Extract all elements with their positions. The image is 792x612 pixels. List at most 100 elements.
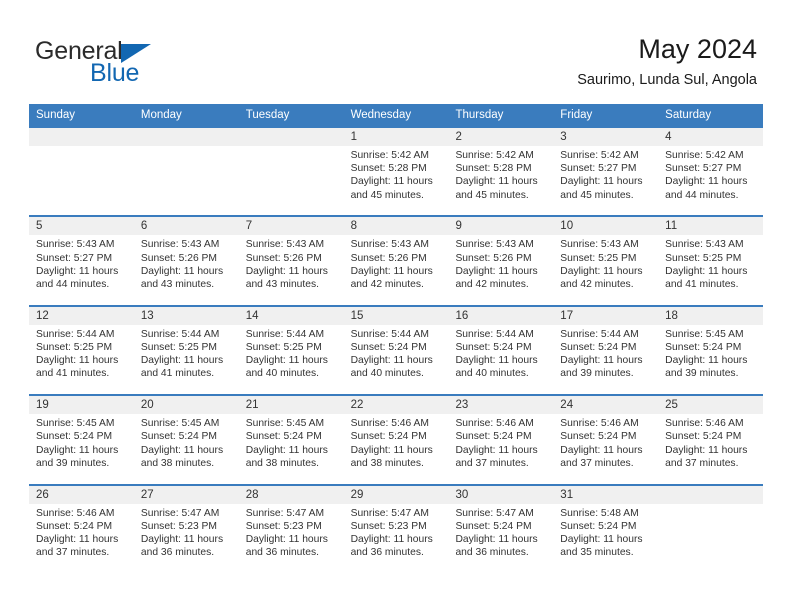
sunset-text: Sunset: 5:24 PM bbox=[350, 431, 427, 443]
week-row: 1 Sunrise: 5:42 AM Sunset: 5:28 PM Daylight… bbox=[29, 126, 764, 216]
day-cell[interactable]: 9 Sunrise: 5:43 AM Sunset: 5:26 PM Daylight… bbox=[448, 217, 554, 305]
day-number: 12 bbox=[29, 306, 134, 325]
sunrise-text: Sunrise: 5:46 AM bbox=[665, 418, 744, 430]
daylight-text-line1: Daylight: 11 hours bbox=[36, 533, 119, 545]
daylight-text-line1: Daylight: 11 hours bbox=[140, 265, 224, 277]
day-cell[interactable]: 3 Sunrise: 5:42 AM Sunset: 5:27 PM Daylight… bbox=[553, 128, 659, 216]
sunset-text: Sunset: 5:28 PM bbox=[455, 163, 532, 175]
day-cell[interactable]: 19 Sunrise: 5:45 AM Sunset: 5:24 PM Dayligh… bbox=[29, 396, 134, 484]
day-number: 2 bbox=[448, 128, 554, 146]
day-cell[interactable]: 16 Sunrise: 5:44 AM Sunset: 5:24 PM Dayligh… bbox=[448, 306, 554, 395]
day-number: 25 bbox=[658, 396, 764, 415]
day-details: Sunrise: 5:47 AM Sunset: 5:24 PM Daylight:… bbox=[448, 504, 553, 560]
day-cell[interactable]: 30 Sunrise: 5:47 AM Sunset: 5:24 PM Dayligh… bbox=[448, 485, 554, 573]
day-cell[interactable]: 27 Sunrise: 5:47 AM Sunset: 5:23 PM Dayligh… bbox=[133, 485, 239, 573]
sunrise-text: Sunrise: 5:43 AM bbox=[665, 239, 744, 251]
day-cell[interactable]: 11 Sunrise: 5:43 AM Sunset: 5:25 PM Dayligh… bbox=[658, 217, 764, 305]
daylight-text-line1: Daylight: 11 hours bbox=[560, 444, 643, 456]
day-cell[interactable]: 8 Sunrise: 5:43 AM Sunset: 5:26 PM Daylight… bbox=[343, 217, 449, 305]
sunrise-text: Sunrise: 5:46 AM bbox=[36, 507, 115, 519]
day-cell[interactable]: 1 Sunrise: 5:42 AM Sunset: 5:28 PM Daylight… bbox=[343, 128, 449, 216]
day-cell[interactable]: 26 Sunrise: 5:46 AM Sunset: 5:24 PM Dayligh… bbox=[29, 485, 134, 573]
day-details: Sunrise: 5:45 AM Sunset: 5:24 PM Daylight:… bbox=[658, 325, 763, 381]
day-cell[interactable]: 29 Sunrise: 5:47 AM Sunset: 5:23 PM Dayligh… bbox=[343, 485, 449, 573]
daylight-text-line1: Daylight: 11 hours bbox=[36, 444, 119, 456]
day-number: 23 bbox=[448, 396, 554, 415]
day-cell[interactable]: 13 Sunrise: 5:44 AM Sunset: 5:25 PM Dayligh… bbox=[133, 306, 239, 395]
day-cell[interactable] bbox=[29, 128, 134, 216]
daylight-text-line2: and 41 minutes. bbox=[140, 368, 215, 380]
daylight-text-line2: and 39 minutes. bbox=[665, 368, 739, 380]
day-number: 7 bbox=[238, 217, 344, 236]
day-cell[interactable]: 12 Sunrise: 5:44 AM Sunset: 5:25 PM Dayligh… bbox=[29, 306, 134, 395]
day-number: 30 bbox=[448, 485, 554, 504]
sunset-text: Sunset: 5:24 PM bbox=[665, 341, 742, 353]
weekday-header-wednesday: Wednesday bbox=[350, 109, 412, 121]
day-details: Sunrise: 5:43 AM Sunset: 5:25 PM Daylight:… bbox=[658, 235, 763, 291]
daylight-text-line1: Daylight: 11 hours bbox=[455, 355, 538, 367]
day-number: 18 bbox=[658, 306, 764, 325]
daylight-text-line2: and 42 minutes. bbox=[455, 279, 529, 290]
day-cell[interactable]: 7 Sunrise: 5:43 AM Sunset: 5:26 PM Daylight… bbox=[238, 217, 344, 305]
calendar-grid: Sunday Monday Tuesday Wednesday Thursday… bbox=[29, 104, 764, 573]
day-cell[interactable]: 6 Sunrise: 5:43 AM Sunset: 5:26 PM Daylight… bbox=[133, 217, 239, 305]
day-cell[interactable]: 10 Sunrise: 5:43 AM Sunset: 5:25 PM Dayligh… bbox=[553, 217, 659, 305]
general-blue-logo[interactable]: General Blue bbox=[35, 38, 265, 90]
day-cell[interactable]: 25 Sunrise: 5:46 AM Sunset: 5:24 PM Dayligh… bbox=[658, 396, 764, 484]
day-cell[interactable]: 17 Sunrise: 5:44 AM Sunset: 5:24 PM Dayligh… bbox=[553, 306, 659, 395]
day-cell[interactable]: 31 Sunrise: 5:48 AM Sunset: 5:24 PM Dayligh… bbox=[553, 485, 659, 573]
daylight-text-line1: Daylight: 11 hours bbox=[245, 265, 328, 277]
sunrise-text: Sunrise: 5:43 AM bbox=[140, 239, 220, 251]
daylight-text-line1: Daylight: 11 hours bbox=[560, 176, 643, 188]
sunset-text: Sunset: 5:24 PM bbox=[560, 341, 637, 353]
day-cell[interactable]: 2 Sunrise: 5:42 AM Sunset: 5:28 PM Daylight… bbox=[448, 128, 554, 216]
day-number: 17 bbox=[553, 306, 659, 325]
day-number: 8 bbox=[343, 217, 449, 236]
day-cell[interactable]: 5 Sunrise: 5:43 AM Sunset: 5:27 PM Daylight… bbox=[29, 217, 134, 305]
daylight-text-line2: and 39 minutes. bbox=[36, 457, 110, 469]
day-cell[interactable]: 21 Sunrise: 5:45 AM Sunset: 5:24 PM Dayligh… bbox=[238, 396, 344, 484]
daylight-text-line1: Daylight: 11 hours bbox=[350, 176, 433, 188]
sunset-text: Sunset: 5:26 PM bbox=[140, 252, 217, 264]
day-cell[interactable]: 14 Sunrise: 5:44 AM Sunset: 5:25 PM Dayligh… bbox=[238, 306, 344, 395]
logo-text-blue: Blue bbox=[90, 59, 140, 87]
sunrise-text: Sunrise: 5:47 AM bbox=[350, 507, 429, 519]
day-cell[interactable]: 18 Sunrise: 5:45 AM Sunset: 5:24 PM Dayligh… bbox=[658, 306, 764, 395]
day-number: 20 bbox=[133, 396, 239, 415]
day-cell[interactable]: 20 Sunrise: 5:45 AM Sunset: 5:24 PM Dayligh… bbox=[133, 396, 239, 484]
sunrise-text: Sunrise: 5:43 AM bbox=[245, 239, 325, 251]
daylight-text-line1: Daylight: 11 hours bbox=[665, 176, 748, 188]
day-cell[interactable] bbox=[658, 485, 764, 573]
day-details: Sunrise: 5:47 AM Sunset: 5:23 PM Daylight:… bbox=[344, 504, 449, 560]
sunset-text: Sunset: 5:23 PM bbox=[140, 520, 217, 532]
sunrise-text: Sunrise: 5:43 AM bbox=[455, 239, 534, 251]
sunset-text: Sunset: 5:24 PM bbox=[665, 431, 742, 443]
daylight-text-line2: and 36 minutes. bbox=[140, 547, 215, 559]
sunset-text: Sunset: 5:27 PM bbox=[665, 163, 742, 175]
day-number: 3 bbox=[553, 128, 659, 146]
day-number: 6 bbox=[133, 217, 239, 236]
weekday-header-monday: Monday bbox=[140, 109, 182, 121]
day-details: Sunrise: 5:46 AM Sunset: 5:24 PM Daylight:… bbox=[344, 414, 449, 470]
sunrise-text: Sunrise: 5:44 AM bbox=[350, 328, 429, 340]
day-cell[interactable]: 28 Sunrise: 5:47 AM Sunset: 5:23 PM Dayligh… bbox=[238, 485, 344, 573]
page-header: General Blue May 2024 Saurimo, Lunda Sul… bbox=[0, 0, 792, 104]
daylight-text-line1: Daylight: 11 hours bbox=[455, 265, 538, 277]
day-cell[interactable]: 4 Sunrise: 5:42 AM Sunset: 5:27 PM Daylight… bbox=[658, 128, 764, 216]
sunrise-text: Sunrise: 5:44 AM bbox=[36, 328, 115, 340]
day-details: Sunrise: 5:44 AM Sunset: 5:25 PM Daylight:… bbox=[239, 325, 344, 381]
day-details: Sunrise: 5:48 AM Sunset: 5:24 PM Daylight:… bbox=[553, 504, 658, 560]
daylight-text-line2: and 38 minutes. bbox=[140, 457, 215, 469]
day-cell[interactable] bbox=[133, 128, 239, 216]
day-cell[interactable]: 22 Sunrise: 5:46 AM Sunset: 5:24 PM Dayligh… bbox=[343, 396, 449, 484]
sunset-text: Sunset: 5:25 PM bbox=[560, 252, 637, 264]
day-cell[interactable]: 23 Sunrise: 5:46 AM Sunset: 5:24 PM Dayligh… bbox=[448, 396, 554, 484]
sunset-text: Sunset: 5:24 PM bbox=[455, 431, 532, 443]
sunset-text: Sunset: 5:26 PM bbox=[245, 252, 322, 264]
day-cell[interactable] bbox=[238, 128, 344, 216]
day-number bbox=[133, 128, 239, 146]
day-cell[interactable]: 15 Sunrise: 5:44 AM Sunset: 5:24 PM Dayligh… bbox=[343, 306, 449, 395]
daylight-text-line2: and 45 minutes. bbox=[350, 189, 424, 201]
day-cell[interactable]: 24 Sunrise: 5:46 AM Sunset: 5:24 PM Dayligh… bbox=[553, 396, 659, 484]
sunset-text: Sunset: 5:24 PM bbox=[560, 520, 637, 532]
